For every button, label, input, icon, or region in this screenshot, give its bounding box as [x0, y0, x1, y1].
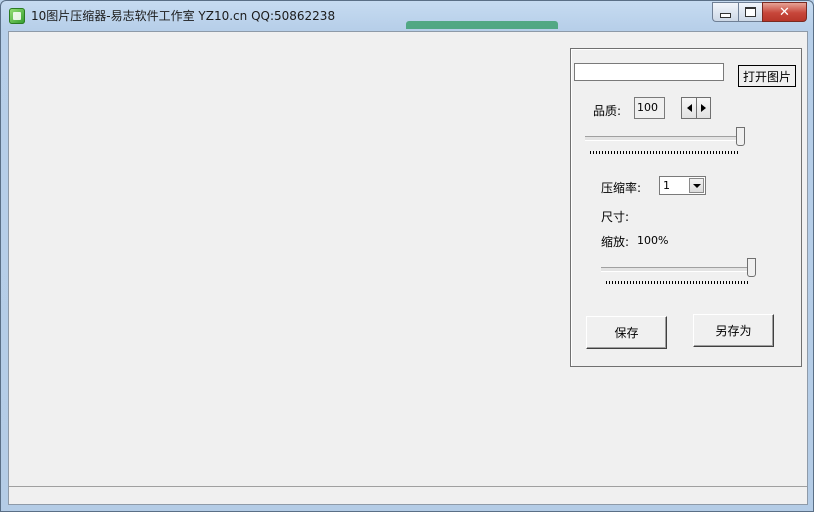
- minimize-icon: [720, 12, 731, 18]
- arrow-right-icon: [701, 104, 706, 112]
- compression-dropdown-button[interactable]: [689, 178, 704, 193]
- compression-select[interactable]: 1: [659, 176, 706, 195]
- scale-slider-ticks: [606, 281, 749, 284]
- quality-slider-ticks: [590, 151, 740, 154]
- client-area: 打开图片 品质: 100 压缩率: 1 尺寸: 缩放: 100% 保存 另存为: [8, 31, 808, 505]
- save-button[interactable]: 保存: [586, 316, 667, 349]
- caption-buttons: ✕: [712, 2, 807, 22]
- app-icon[interactable]: [9, 8, 25, 24]
- title-bar[interactable]: 10图片压缩器-易志软件工作室 YZ10.cn QQ:50862238 ✕: [1, 1, 813, 30]
- settings-panel: 打开图片 品质: 100 压缩率: 1 尺寸: 缩放: 100% 保存 另存为: [570, 48, 802, 367]
- status-bar: [9, 486, 807, 504]
- quality-slider-track[interactable]: [585, 136, 745, 141]
- image-path-input[interactable]: [574, 63, 724, 81]
- open-image-button[interactable]: 打开图片: [738, 65, 796, 87]
- window-title: 10图片压缩器-易志软件工作室 YZ10.cn QQ:50862238: [31, 9, 336, 23]
- compression-select-value: 1: [663, 179, 670, 192]
- scale-value: 100%: [637, 234, 669, 247]
- close-icon: ✕: [779, 4, 790, 20]
- quality-value-field[interactable]: 100: [634, 97, 665, 119]
- quality-decrease-button[interactable]: [681, 97, 696, 119]
- arrow-left-icon: [686, 104, 692, 112]
- save-as-button[interactable]: 另存为: [693, 314, 774, 347]
- size-label: 尺寸:: [601, 210, 630, 224]
- quality-increase-button[interactable]: [696, 97, 711, 119]
- minimize-button[interactable]: [712, 2, 738, 22]
- chevron-down-icon: [692, 183, 701, 188]
- maximize-icon: [745, 7, 756, 17]
- quality-slider-thumb[interactable]: [736, 127, 745, 146]
- maximize-button[interactable]: [738, 2, 762, 22]
- close-button[interactable]: ✕: [762, 2, 807, 22]
- scale-slider-track[interactable]: [601, 267, 751, 272]
- title-bar-highlight: [406, 21, 558, 29]
- compression-label: 压缩率:: [601, 181, 642, 195]
- quality-label: 品质:: [593, 104, 622, 118]
- scale-label: 缩放:: [601, 235, 630, 249]
- app-window: 10图片压缩器-易志软件工作室 YZ10.cn QQ:50862238 ✕ 打开…: [0, 0, 814, 512]
- scale-slider-thumb[interactable]: [747, 258, 756, 277]
